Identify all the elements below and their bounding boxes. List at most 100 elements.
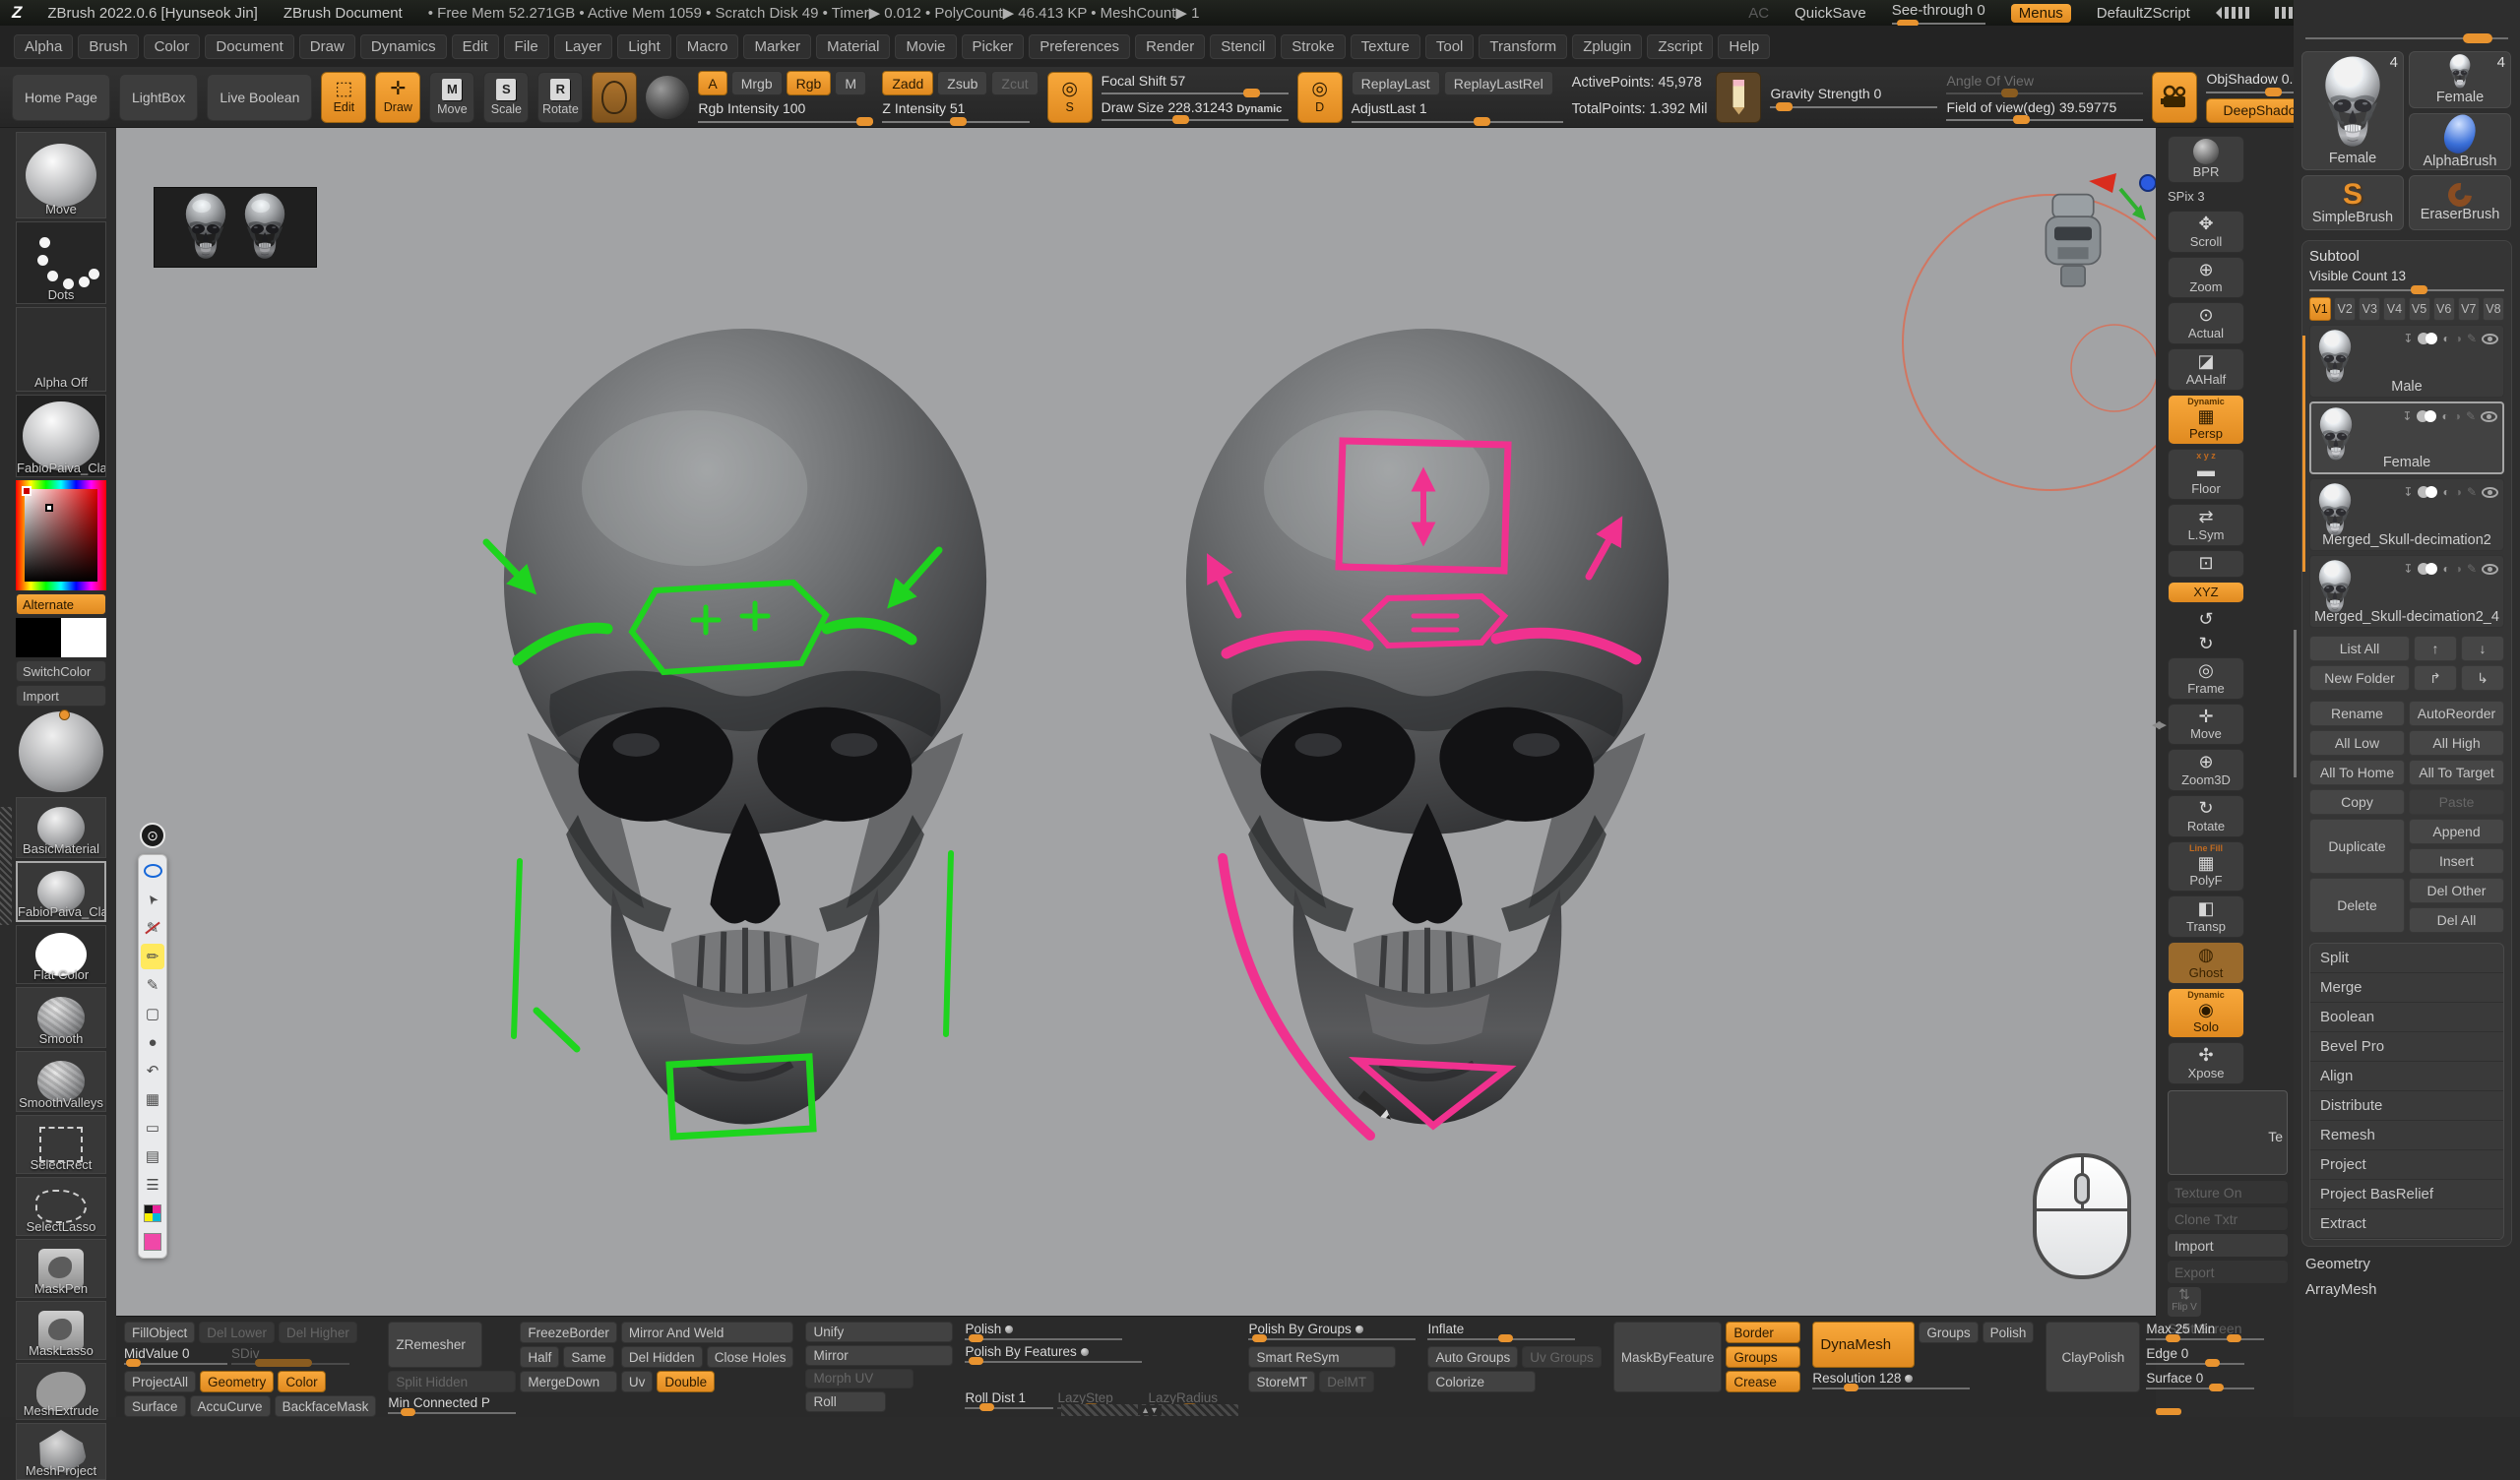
flip-v-button[interactable]: ⇅ Flip V [2168,1287,2201,1317]
polyf-button[interactable]: Line Fill ▦ PolyF [2168,841,2244,893]
material-preview[interactable] [16,709,106,794]
lsym-button[interactable]: ⇄ L.Sym [2168,504,2244,546]
panel-top-slider[interactable] [2305,33,2508,43]
ghost-button[interactable]: ◍ Ghost [2168,942,2244,984]
close-holes-button[interactable]: Close Holes [707,1346,794,1368]
current-material-button[interactable] [646,76,689,119]
menu-item[interactable]: Dynamics [360,34,447,59]
rgb-toggle[interactable]: Rgb [787,71,832,95]
main-color-swatch[interactable] [16,618,61,657]
import-button[interactable]: Import [16,685,106,707]
edit-button[interactable]: ⬚ Edit [321,72,366,123]
group-row[interactable]: Split [2310,944,2503,973]
eye-icon[interactable] [2482,334,2498,344]
angle-of-view-slider[interactable]: Angle Of View [1946,73,2143,94]
bpr-button[interactable]: BPR [2168,136,2244,183]
quarter-circle-icon[interactable]: ◑ [2455,562,2462,576]
del-lower-button[interactable]: Del Lower [199,1322,275,1343]
store-mt-button[interactable]: StoreMT [1248,1371,1315,1392]
subtool-item[interactable]: ↧ ◐ ◑ ✎ Merged_Skull-decimation2 [2309,478,2504,551]
group-row[interactable]: Align [2310,1062,2503,1091]
surface0-slider[interactable]: Surface 0 [2146,1371,2254,1392]
menu-item[interactable]: Zplugin [1572,34,1642,59]
menu-item[interactable]: Document [205,34,293,59]
draw-size-slider[interactable]: Draw Size 228.31243 Dynamic [1102,99,1289,122]
delete-button[interactable]: Delete [2309,878,2405,933]
split-hidden-button[interactable]: Split Hidden [388,1371,516,1392]
group-row[interactable]: Merge [2310,973,2503,1003]
half-circle-icon[interactable]: ◐ [2442,562,2449,576]
move-button[interactable]: ✛ Move [2168,704,2244,746]
dot-icon[interactable]: ● [141,1029,164,1055]
crease-toggle[interactable]: Crease [1726,1371,1800,1392]
draw-button[interactable]: ✛ Draw [375,72,420,123]
quicksave-button[interactable]: QuickSave [1795,5,1866,22]
del-mt-button[interactable]: DelMT [1319,1371,1374,1392]
move-down-button[interactable]: ↓ [2461,636,2504,661]
saturation-square[interactable] [25,489,97,582]
version-button[interactable]: V1 [2309,297,2331,321]
texture-import-button[interactable]: Import [2168,1234,2288,1257]
menu-item[interactable]: Tool [1425,34,1475,59]
home-page-button[interactable]: Home Page [12,74,110,121]
basic-material-thumb[interactable]: BasicMaterial [16,797,106,858]
group-row[interactable]: Remesh [2310,1121,2503,1150]
append-button[interactable]: Append [2409,819,2504,844]
tool-female-small[interactable]: 4 Female [2409,51,2511,108]
visibility-pair-icon[interactable] [2418,333,2437,344]
polypaint-arrow-icon[interactable]: ↧ [2403,332,2413,345]
visible-count-slider[interactable]: Visible Count 13 [2309,268,2504,291]
spix-slider[interactable]: SPix 3 [2168,187,2244,207]
menu-item[interactable]: Edit [452,34,499,59]
brush-icon[interactable]: ✎ [2467,562,2477,576]
color-swatches[interactable] [16,618,106,657]
copy-button[interactable]: Copy [2309,789,2405,815]
eye-icon[interactable] [141,858,164,884]
del-higher-button[interactable]: Del Higher [279,1322,357,1343]
viewport-canvas[interactable]: ⊙ ➤✎✏✎▢●↶▦▭▤☰ [116,128,2156,1316]
menu-item[interactable]: Light [617,34,671,59]
lock-button[interactable]: ⊡ [2168,550,2244,578]
dynamesh-button[interactable]: DynaMesh [1812,1322,1915,1368]
version-button[interactable]: V5 [2409,297,2430,321]
live-boolean-button[interactable]: Live Boolean [207,74,312,121]
see-through-slider[interactable]: See-through 0 [1892,2,1985,25]
menu-item[interactable]: Render [1135,34,1205,59]
move-up-button[interactable]: ↑ [2414,636,2457,661]
group-row[interactable]: Distribute [2310,1091,2503,1121]
duplicate-button[interactable]: Duplicate [2309,819,2405,874]
freeze-border-button[interactable]: FreezeBorder [520,1322,617,1343]
edge-slider[interactable]: Edge 0 [2146,1346,2244,1368]
menus-button[interactable]: Menus [2011,4,2071,23]
move-out-folder-button[interactable]: ↱ [2414,665,2457,691]
menu-item[interactable]: Layer [554,34,613,59]
texture-on-button[interactable]: Texture On [2168,1181,2288,1203]
undo-icon[interactable]: ↶ [141,1058,164,1083]
texture-thumb[interactable]: FabioPaiva_Clay2 [16,395,106,477]
shelf-resize-handle[interactable] [0,807,12,925]
polish-slider[interactable]: Polish [965,1322,1122,1341]
del-other-button[interactable]: Del Other [2409,878,2504,903]
zoom3d-button[interactable]: ⊕ Zoom3D [2168,749,2244,791]
menu-item[interactable]: File [504,34,549,59]
zcut-toggle[interactable]: Zcut [991,71,1038,95]
quarter-circle-icon[interactable]: ◑ [2455,485,2462,499]
auto-reorder-button[interactable]: AutoReorder [2409,701,2504,726]
polypaint-arrow-icon[interactable]: ↧ [2403,562,2413,576]
polypaint-arrow-icon[interactable]: ↧ [2402,409,2412,423]
dynamic-size-icon[interactable]: ◎D [1297,72,1343,123]
mirror-button[interactable]: Mirror [805,1345,953,1366]
menu-item[interactable]: Transform [1479,34,1567,59]
mesh-project-thumb[interactable]: MeshProject [16,1423,106,1480]
clone-txtr-button[interactable]: Clone Txtr [2168,1207,2288,1230]
section-geometry[interactable]: Geometry [2305,1256,2508,1272]
polish-by-groups-slider[interactable]: Polish By Groups [1248,1322,1416,1343]
adjust-last-slider[interactable]: AdjustLast 1 [1352,100,1563,122]
scroll-button[interactable]: ✥ Scroll [2168,211,2244,253]
half-button[interactable]: Half [520,1346,559,1368]
roll-dist-slider[interactable]: Roll Dist 1 [965,1390,1053,1412]
surface-button[interactable]: Surface [124,1395,186,1417]
accu-curve-button[interactable]: AccuCurve [190,1395,271,1417]
group-row[interactable]: Project [2310,1150,2503,1180]
all-low-button[interactable]: All Low [2309,730,2405,756]
